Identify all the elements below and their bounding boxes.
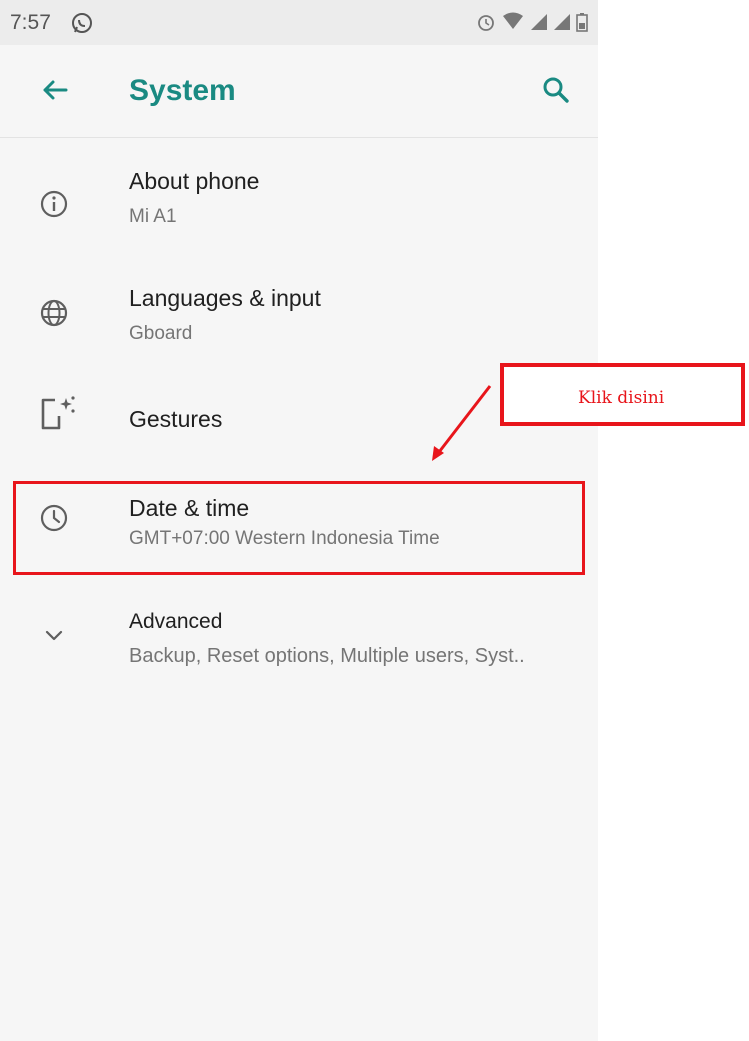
setting-title: About phone bbox=[129, 168, 260, 194]
status-icons bbox=[476, 12, 588, 32]
setting-subtitle: Gboard bbox=[129, 323, 193, 344]
app-bar: System bbox=[0, 45, 598, 138]
signal-icon-2 bbox=[554, 14, 570, 30]
setting-title: Gestures bbox=[129, 406, 223, 432]
setting-title: Advanced bbox=[129, 610, 223, 633]
gestures-icon bbox=[38, 394, 78, 439]
battery-icon bbox=[576, 13, 588, 32]
red-arrow-icon bbox=[420, 378, 500, 473]
setting-subtitle: Mi A1 bbox=[129, 206, 177, 227]
chevron-down-icon bbox=[42, 624, 66, 653]
setting-about-phone[interactable]: About phone Mi A1 bbox=[0, 163, 598, 253]
setting-title: Languages & input bbox=[129, 285, 321, 311]
signal-icon bbox=[531, 14, 547, 30]
date-time-highlight-box bbox=[13, 481, 585, 575]
info-icon bbox=[38, 188, 70, 225]
setting-advanced[interactable]: Advanced Backup, Reset options, Multiple… bbox=[0, 605, 598, 685]
setting-subtitle: Backup, Reset options, Multiple users, S… bbox=[129, 645, 525, 667]
status-bar: 7:57 bbox=[0, 0, 598, 45]
status-time: 7:57 bbox=[10, 11, 51, 34]
alarm-icon bbox=[478, 15, 494, 31]
callout-text: Klik disini bbox=[578, 388, 665, 408]
back-arrow-icon[interactable] bbox=[38, 73, 72, 112]
search-icon[interactable] bbox=[540, 74, 572, 111]
setting-languages-input[interactable]: Languages & input Gboard bbox=[0, 280, 598, 370]
wifi-icon bbox=[503, 12, 523, 29]
page-title: System bbox=[129, 74, 236, 107]
whatsapp-icon bbox=[70, 11, 94, 40]
globe-icon bbox=[38, 297, 70, 334]
